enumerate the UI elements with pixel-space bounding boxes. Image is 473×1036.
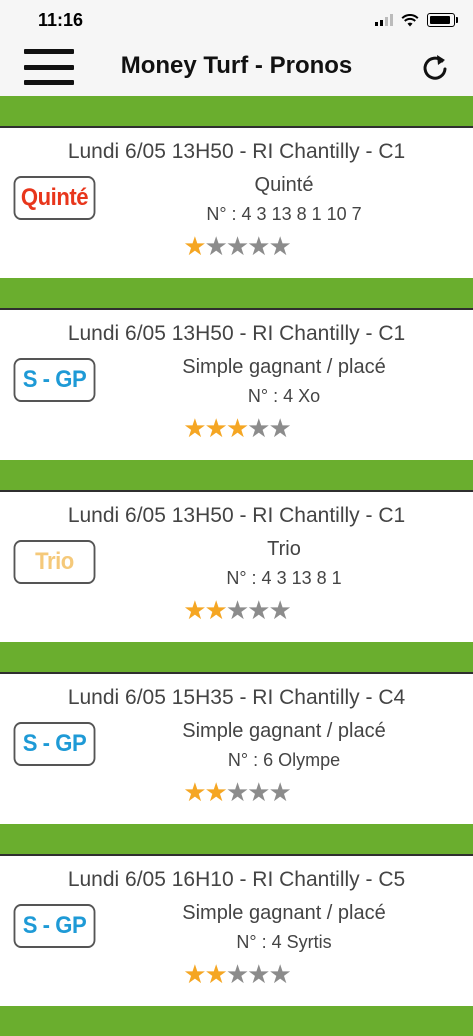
horse-numbers: N° : 6 Olympe	[227, 750, 341, 770]
star-filled-icon: ★	[183, 595, 206, 625]
star-empty-icon: ★	[225, 231, 249, 261]
star-filled-icon: ★	[183, 959, 206, 989]
battery-icon	[427, 13, 458, 27]
star-empty-icon: ★	[247, 777, 270, 807]
star-filled-icon: ★	[204, 595, 228, 625]
prediction-card[interactable]: Lundi 6/05 13H50 - RI Chantilly - C1 Quin…	[0, 126, 473, 278]
star-empty-icon: ★	[225, 777, 249, 807]
rating-stars: ★★★★★	[0, 959, 473, 989]
rating-stars: ★★★★★	[0, 595, 473, 625]
star-empty-icon: ★	[268, 777, 291, 807]
star-empty-icon: ★	[225, 595, 249, 625]
star-filled-icon: ★	[204, 959, 228, 989]
nav-bar: Money Turf - Pronos	[0, 40, 473, 97]
star-empty-icon: ★	[247, 595, 270, 625]
predictions-list: Lundi 6/05 13H50 - RI Chantilly - C1 Quin…	[0, 96, 473, 1036]
bet-type-badge: S - GP	[13, 722, 96, 766]
horse-numbers: N° : 4 3 13 8 1 10 7	[206, 204, 362, 224]
star-empty-icon: ★	[225, 959, 249, 989]
wifi-icon	[401, 13, 419, 26]
bet-type-badge: Trio	[13, 540, 96, 584]
horse-numbers: N° : 4 Xo	[247, 386, 321, 406]
star-filled-icon: ★	[204, 777, 228, 807]
bet-type-label: Simple gagnant / placé	[182, 720, 386, 742]
race-title: Lundi 6/05 16H10 - RI Chantilly - C5	[67, 868, 406, 891]
bet-type-label: Simple gagnant / placé	[182, 356, 386, 378]
separator	[0, 460, 473, 490]
status-icons	[375, 13, 458, 27]
prediction-card[interactable]: Lundi 6/05 13H50 - RI Chantilly - C1 S - …	[0, 308, 473, 460]
rating-stars: ★★★★★	[0, 231, 473, 261]
star-empty-icon: ★	[247, 959, 270, 989]
bet-type-badge: Quinté	[13, 176, 96, 220]
race-title: Lundi 6/05 15H35 - RI Chantilly - C4	[67, 686, 406, 709]
horse-numbers: N° : 4 3 13 8 1	[226, 568, 342, 588]
status-bar: 11:16	[0, 0, 473, 40]
refresh-icon[interactable]	[419, 49, 451, 85]
star-filled-icon: ★	[183, 413, 206, 443]
prediction-card[interactable]: Lundi 6/05 13H50 - RI Chantilly - C1 Trio…	[0, 490, 473, 642]
bet-type-badge: S - GP	[13, 358, 96, 402]
rating-stars: ★★★★★	[0, 777, 473, 807]
prediction-card[interactable]: Lundi 6/05 16H10 - RI Chantilly - C5 S - …	[0, 854, 473, 1006]
star-empty-icon: ★	[268, 595, 291, 625]
separator	[0, 1006, 473, 1036]
cellular-signal-icon	[375, 14, 393, 26]
separator	[0, 96, 473, 126]
separator	[0, 642, 473, 672]
prediction-card[interactable]: Lundi 6/05 15H35 - RI Chantilly - C4 S - …	[0, 672, 473, 824]
bet-type-badge: S - GP	[13, 904, 96, 948]
race-title: Lundi 6/05 13H50 - RI Chantilly - C1	[67, 322, 406, 345]
star-empty-icon: ★	[268, 413, 291, 443]
rating-stars: ★★★★★	[0, 413, 473, 443]
status-time: 11:16	[38, 10, 84, 30]
race-title: Lundi 6/05 13H50 - RI Chantilly - C1	[67, 504, 406, 527]
separator	[0, 824, 473, 854]
star-filled-icon: ★	[204, 413, 228, 443]
separator	[0, 278, 473, 308]
star-filled-icon: ★	[183, 231, 206, 261]
star-filled-icon: ★	[225, 413, 249, 443]
star-empty-icon: ★	[268, 959, 291, 989]
bet-type-label: Trio	[267, 538, 301, 560]
bet-type-label: Quinté	[254, 174, 314, 196]
bet-type-label: Simple gagnant / placé	[182, 902, 386, 924]
page-title: Money Turf - Pronos	[120, 52, 353, 79]
horse-numbers: N° : 4 Syrtis	[236, 932, 332, 952]
star-empty-icon: ★	[247, 231, 270, 261]
star-filled-icon: ★	[183, 777, 206, 807]
race-title: Lundi 6/05 13H50 - RI Chantilly - C1	[67, 140, 406, 163]
star-empty-icon: ★	[247, 413, 270, 443]
star-empty-icon: ★	[268, 231, 291, 261]
star-empty-icon: ★	[204, 231, 228, 261]
